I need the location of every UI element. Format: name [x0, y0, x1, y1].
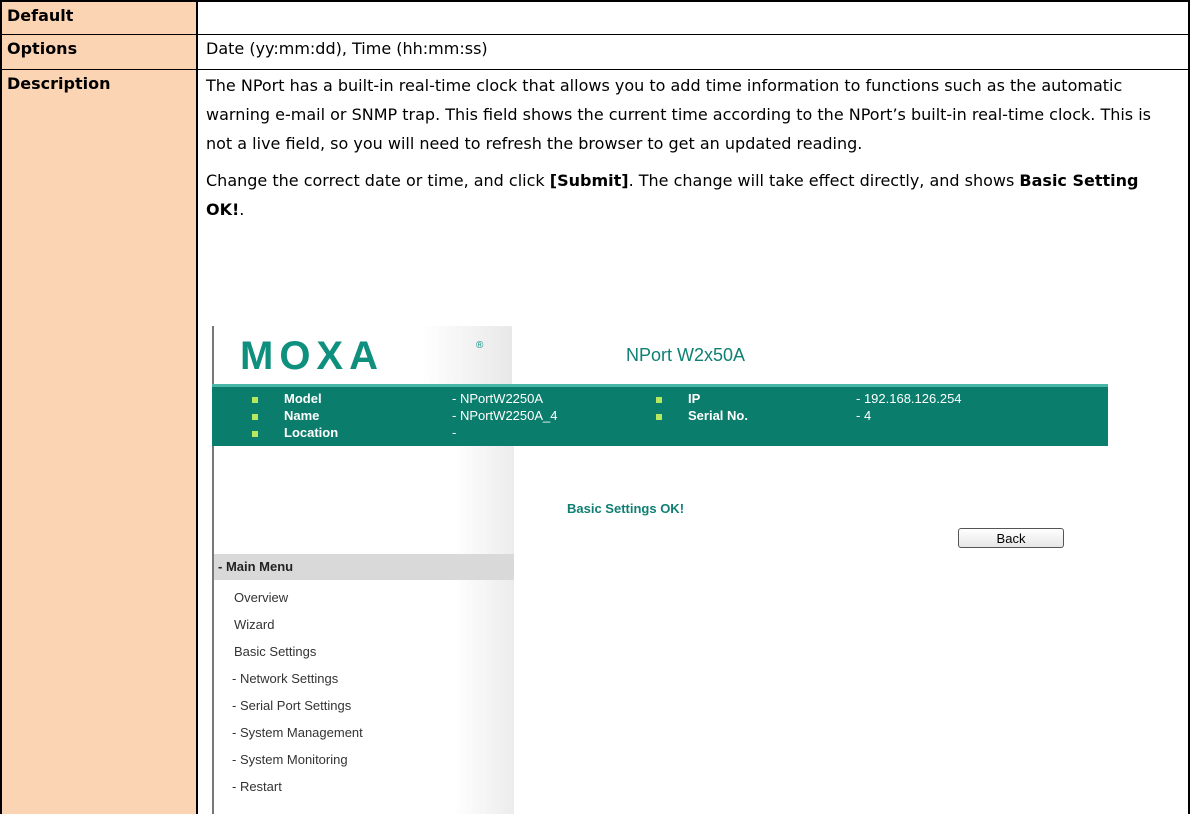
row-label-default: Default	[2, 2, 198, 34]
menu-item-wizard[interactable]: Wizard	[234, 617, 274, 632]
bullet-icon	[656, 413, 662, 420]
logo-area: MOXA ®	[212, 326, 512, 384]
desc-p2-mid: . The change will take effect directly, …	[628, 171, 1020, 190]
bullet-icon	[252, 413, 258, 420]
menu-item-basic-settings[interactable]: Basic Settings	[234, 644, 316, 659]
menu-item-system-management[interactable]: - System Management	[232, 725, 363, 740]
info-ip: IP - 192.168.126.254	[656, 391, 962, 407]
back-button[interactable]: Back	[958, 528, 1064, 548]
model-label: Model	[284, 391, 322, 406]
serial-value: - 4	[856, 408, 872, 423]
row-value-options: Date (yy:mm:dd), Time (hh:mm:ss)	[206, 39, 488, 58]
device-info-bar: Model - NPortW2250A Name - NPortW2250A_4…	[212, 384, 1108, 446]
moxa-logo: MOXA	[240, 334, 384, 378]
ip-value: - 192.168.126.254	[856, 391, 962, 406]
row-value-default	[198, 2, 1188, 34]
name-value: - NPortW2250A_4	[452, 408, 558, 423]
bullet-icon	[252, 430, 258, 437]
info-model: Model - NPortW2250A	[252, 391, 543, 407]
console-header: MOXA ® NPort W2x50A	[212, 326, 1108, 384]
row-label-description: Description	[2, 70, 198, 814]
serial-label: Serial No.	[688, 408, 748, 423]
menu-item-restart[interactable]: - Restart	[232, 779, 282, 794]
name-label: Name	[284, 408, 320, 423]
desc-submit-ref: [Submit]	[549, 171, 629, 190]
location-label: Location	[284, 425, 339, 440]
basic-settings-ok-message: Basic Settings OK!	[567, 501, 685, 516]
settings-table: Default Options Date (yy:mm:dd), Time (h…	[0, 0, 1190, 814]
desc-p2-prefix: Change the correct date or time, and cli…	[206, 171, 550, 190]
registered-mark: ®	[476, 340, 484, 351]
info-name: Name - NPortW2250A_4	[252, 408, 558, 424]
menu-item-serial-port-settings[interactable]: - Serial Port Settings	[232, 698, 351, 713]
sidebar: - Main Menu Overview Wizard Basic Settin…	[212, 446, 514, 814]
menu-item-system-monitoring[interactable]: - System Monitoring	[232, 752, 348, 767]
desc-p2-suffix: .	[239, 200, 245, 219]
bullet-icon	[252, 396, 258, 403]
main-menu-header[interactable]: - Main Menu	[214, 554, 514, 580]
embedded-web-console: MOXA ® NPort W2x50A Model - NPortW2250A …	[212, 326, 1108, 814]
ip-label: IP	[688, 391, 701, 406]
bullet-icon	[656, 396, 662, 403]
table-row-options: Options Date (yy:mm:dd), Time (hh:mm:ss)	[2, 35, 1188, 70]
row-label-options: Options	[2, 35, 198, 69]
location-value: -	[452, 425, 457, 440]
info-location: Location -	[252, 425, 456, 441]
product-name: NPort W2x50A	[626, 345, 746, 365]
info-serial: Serial No. - 4	[656, 408, 871, 424]
menu-item-network-settings[interactable]: - Network Settings	[232, 671, 338, 686]
menu-item-overview[interactable]: Overview	[234, 590, 288, 605]
description-paragraph-2: Change the correct date or time, and cli…	[206, 166, 1182, 224]
description-paragraph-1: The NPort has a built-in real-time clock…	[206, 76, 1152, 153]
model-value: - NPortW2250A	[452, 391, 544, 406]
table-row-default: Default	[2, 0, 1188, 35]
